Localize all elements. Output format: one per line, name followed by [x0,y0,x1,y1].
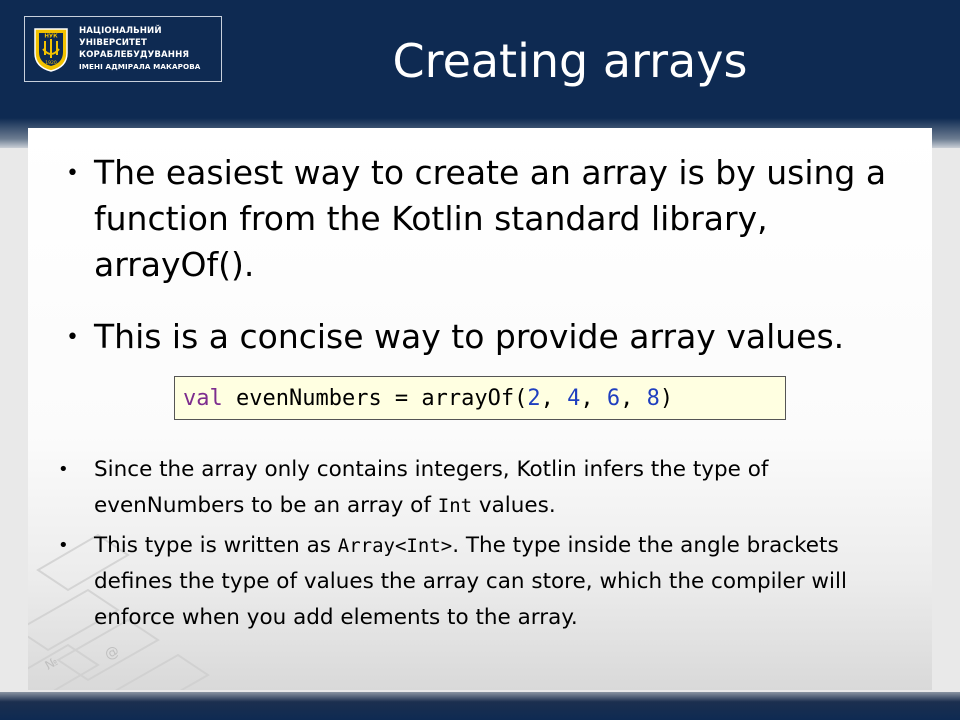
code-number: 8 [646,386,660,411]
university-emblem-icon: НУК 1920 [34,28,68,72]
bullet-icon: • [66,325,79,350]
sub-bullet-item: • This type is written as Array<Int>. Th… [58,528,918,636]
university-name: НАЦІОНАЛЬНИЙ УНІВЕРСИТЕТ КОРАБЛЕБУДУВАНН… [79,25,200,73]
university-logo: НУК 1920 НАЦІОНАЛЬНИЙ УНІВЕРСИТЕТ КОРАБЛ… [24,16,222,82]
inline-code: Array<Int> [337,535,453,557]
inline-code: Int [437,495,473,517]
bullet-icon: • [58,459,69,480]
bullet-item: • The easiest way to create an array is … [66,150,906,288]
code-number: 2 [527,386,541,411]
bullet-text: This is a concise way to provide array v… [94,317,845,356]
bullet-text: The easiest way to create an array is by… [94,153,887,284]
code-separator: , [540,386,568,411]
emblem-letters: НУК [44,34,58,40]
svg-text:№: № [43,654,61,672]
sub-bullet-text: Since the array only contains integers, … [94,457,769,518]
code-snippet: val evenNumbers = arrayOf(2, 4, 6, 8) [174,376,786,420]
slide-title: Creating arrays [392,34,748,88]
sub-bullet-item: • Since the array only contains integers… [58,452,918,524]
code-number: 4 [567,386,581,411]
bullet-icon: • [58,535,69,556]
sub-bullet-text: This type is written as Array<Int>. The … [94,533,847,630]
bullet-icon: • [66,161,79,186]
slide-footer [0,692,960,720]
university-name-line-3: КОРАБЛЕБУДУВАННЯ [79,50,190,60]
university-name-line-2: УНІВЕРСИТЕТ [79,38,147,48]
bullet-item: • This is a concise way to provide array… [66,314,906,360]
code-number: 6 [606,386,621,411]
emblem-year: 1920 [45,60,57,66]
code-text: evenNumbers = arrayOf( [222,386,528,411]
code-separator: , [620,386,647,411]
code-close: ) [659,386,674,411]
code-keyword: val [183,386,223,411]
code-separator: , [580,386,607,411]
svg-text:@: @ [102,643,122,664]
university-name-line-4: ІМЕНІ АДМІРАЛА МАКАРОВА [79,62,201,71]
university-name-line-1: НАЦІОНАЛЬНИЙ [79,26,162,36]
